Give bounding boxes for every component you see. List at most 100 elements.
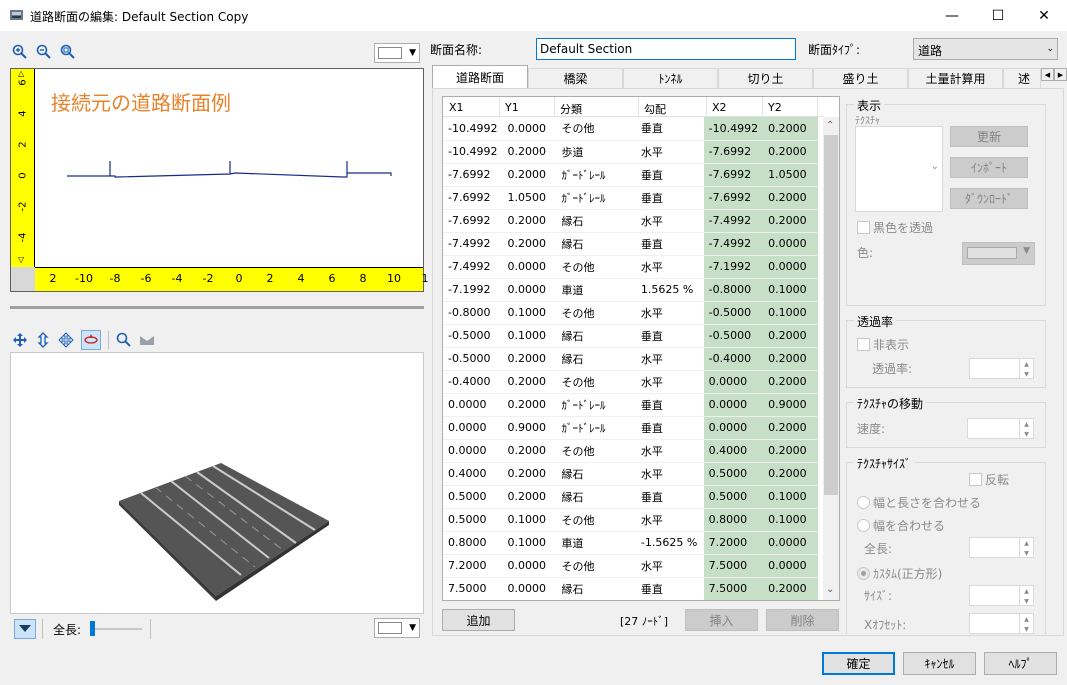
table-row[interactable]: -10.4992 0.2000 歩道 水平 -7.6992 0.2000 xyxy=(443,140,818,164)
scroll-thumb[interactable] xyxy=(824,135,838,495)
table-cell[interactable]: 0.2000 xyxy=(502,439,557,463)
table-cell[interactable]: ｶﾞｰﾄﾞﾚｰﾙ xyxy=(556,416,636,440)
section-table[interactable]: X1 Y1 分類 勾配 X2 Y2 -10.4992 0.0000 その他 垂直 -10… xyxy=(442,96,840,601)
table-cell[interactable]: 0.0000 xyxy=(502,577,557,600)
table-cell[interactable]: 0.4000 xyxy=(443,462,503,486)
table-cell[interactable]: -7.1992 xyxy=(443,278,503,302)
spin-down-icon[interactable]: ▼ xyxy=(1019,624,1033,634)
cancel-button[interactable]: ｷｬﾝｾﾙ xyxy=(903,652,976,675)
column-header[interactable]: X2 xyxy=(712,101,727,114)
table-cell[interactable]: 0.2000 xyxy=(763,209,818,233)
table-row[interactable]: 0.5000 0.1000 その他 水平 0.8000 0.1000 xyxy=(443,508,818,532)
table-cell[interactable]: 垂直 xyxy=(635,393,704,417)
table-cell[interactable]: -10.4992 xyxy=(703,117,764,141)
table-cell[interactable]: 0.1000 xyxy=(502,324,557,348)
table-cell[interactable]: 0.0000 xyxy=(763,531,818,555)
splitter[interactable] xyxy=(10,306,424,309)
table-cell[interactable]: -7.6992 xyxy=(443,209,503,233)
table-cell[interactable]: -7.6992 xyxy=(703,186,764,210)
table-row[interactable]: -0.5000 0.2000 縁石 水平 -0.4000 0.2000 xyxy=(443,347,818,371)
table-cell[interactable]: 水平 xyxy=(635,301,704,325)
table-cell[interactable]: 0.5000 xyxy=(703,485,764,509)
table-row[interactable]: 0.5000 0.2000 縁石 垂直 0.5000 0.1000 xyxy=(443,485,818,509)
spin-down-icon[interactable]: ▼ xyxy=(1019,548,1033,558)
table-cell[interactable]: 水平 xyxy=(635,508,704,532)
table-cell[interactable]: 水平 xyxy=(635,347,704,371)
table-row[interactable]: 0.0000 0.9000 ｶﾞｰﾄﾞﾚｰﾙ 垂直 0.0000 0.2000 xyxy=(443,416,818,440)
table-cell[interactable]: 0.2000 xyxy=(502,370,557,394)
tab-road-section[interactable]: 道路断面 xyxy=(432,65,528,89)
table-cell[interactable]: -7.6992 xyxy=(703,140,764,164)
zoom-out-icon[interactable] xyxy=(36,44,52,60)
table-cell[interactable]: 0.8000 xyxy=(703,508,764,532)
zoom-fit-icon[interactable] xyxy=(60,44,76,60)
column-header[interactable]: 分類 xyxy=(560,101,582,117)
zoom-icon[interactable] xyxy=(116,332,132,348)
length-slider-track[interactable] xyxy=(90,628,142,630)
hide-checkbox[interactable] xyxy=(857,338,870,351)
table-cell[interactable]: 7.2000 xyxy=(703,531,764,555)
render-style-dropdown[interactable]: ▼ xyxy=(374,618,420,638)
tab-bridge[interactable]: 橋梁 xyxy=(528,68,623,88)
table-cell[interactable]: 0.1000 xyxy=(763,301,818,325)
move-vertical-icon[interactable] xyxy=(35,332,51,348)
table-cell[interactable]: 垂直 xyxy=(635,485,704,509)
table-cell[interactable]: 車道 xyxy=(556,278,636,302)
help-button[interactable]: ﾍﾙﾌﾟ xyxy=(984,652,1057,675)
table-cell[interactable]: 0.0000 xyxy=(763,554,818,578)
full-length-spinner[interactable]: ▲ ▼ xyxy=(969,537,1034,558)
spin-up-icon[interactable]: ▲ xyxy=(1019,586,1033,596)
scroll-down-icon[interactable]: ⌄ xyxy=(826,584,834,595)
table-cell[interactable]: -0.5000 xyxy=(703,301,764,325)
table-row[interactable]: -7.4992 0.2000 縁石 垂直 -7.4992 0.0000 xyxy=(443,232,818,256)
table-cell[interactable]: -10.4992 xyxy=(443,117,503,141)
table-cell[interactable]: その他 xyxy=(556,508,636,532)
table-cell[interactable]: その他 xyxy=(556,301,636,325)
table-cell[interactable]: その他 xyxy=(556,554,636,578)
table-row[interactable]: -7.4992 0.0000 その他 水平 -7.1992 0.0000 xyxy=(443,255,818,279)
table-cell[interactable]: その他 xyxy=(556,255,636,279)
table-cell[interactable]: -0.5000 xyxy=(443,347,503,371)
table-cell[interactable]: 7.2000 xyxy=(443,554,503,578)
table-row[interactable]: 0.4000 0.2000 縁石 水平 0.5000 0.2000 xyxy=(443,462,818,486)
table-cell[interactable]: 0.2000 xyxy=(502,462,557,486)
line-style-dropdown[interactable]: ▼ xyxy=(374,43,420,63)
tab-cut[interactable]: 切り土 xyxy=(718,68,813,88)
table-row[interactable]: 0.8000 0.1000 車道 -1.5625 % 7.2000 0.0000 xyxy=(443,531,818,555)
table-cell[interactable]: 車道 xyxy=(556,531,636,555)
3d-preview[interactable] xyxy=(10,352,424,614)
table-row[interactable]: -0.4000 0.2000 その他 水平 0.0000 0.2000 xyxy=(443,370,818,394)
table-scrollbar[interactable]: ⌃ ⌄ xyxy=(823,117,839,600)
table-cell[interactable]: 0.2000 xyxy=(763,416,818,440)
add-button[interactable]: 追加 xyxy=(442,609,515,631)
table-cell[interactable]: 0.1000 xyxy=(763,278,818,302)
table-cell[interactable]: -7.4992 xyxy=(443,232,503,256)
table-cell[interactable]: ｶﾞｰﾄﾞﾚｰﾙ xyxy=(556,163,636,187)
table-cell[interactable]: 0.0000 xyxy=(703,370,764,394)
table-cell[interactable]: 垂直 xyxy=(635,232,704,256)
table-cell[interactable]: 垂直 xyxy=(635,117,704,141)
table-cell[interactable]: 0.8000 xyxy=(443,531,503,555)
table-cell[interactable]: -0.8000 xyxy=(703,278,764,302)
spin-up-icon[interactable]: ▲ xyxy=(1019,538,1033,548)
tab-tunnel[interactable]: ﾄﾝﾈﾙ xyxy=(623,68,718,88)
insert-button[interactable]: 挿入 xyxy=(685,609,758,631)
table-cell[interactable]: 7.5000 xyxy=(443,577,503,600)
column-header[interactable]: 勾配 xyxy=(644,101,666,117)
table-cell[interactable]: 7.5000 xyxy=(703,554,764,578)
table-cell[interactable]: -7.1992 xyxy=(703,255,764,279)
spin-up-icon[interactable]: ▲ xyxy=(1019,614,1033,624)
tab-scroll-right-icon[interactable]: ▶ xyxy=(1054,68,1067,81)
table-cell[interactable]: 1.0500 xyxy=(763,163,818,187)
transparency-rate-spinner[interactable]: ▲ ▼ xyxy=(969,358,1034,379)
table-cell[interactable]: 0.1000 xyxy=(502,301,557,325)
table-cell[interactable]: 0.0000 xyxy=(502,255,557,279)
profile-view[interactable]: 6 4 2 0 -2 -4 △ ▽ 2 -10 -8 -6 -4 -2 0 2 4 6 8 10 1 接続元の道路断面… xyxy=(10,68,429,292)
pan-icon[interactable] xyxy=(58,332,74,348)
table-cell[interactable]: 0.9000 xyxy=(502,416,557,440)
table-cell[interactable]: 0.1000 xyxy=(502,531,557,555)
table-cell[interactable]: その他 xyxy=(556,370,636,394)
ok-button[interactable]: 確定 xyxy=(822,652,895,675)
table-cell[interactable]: 水平 xyxy=(635,554,704,578)
table-cell[interactable]: 縁石 xyxy=(556,577,636,600)
